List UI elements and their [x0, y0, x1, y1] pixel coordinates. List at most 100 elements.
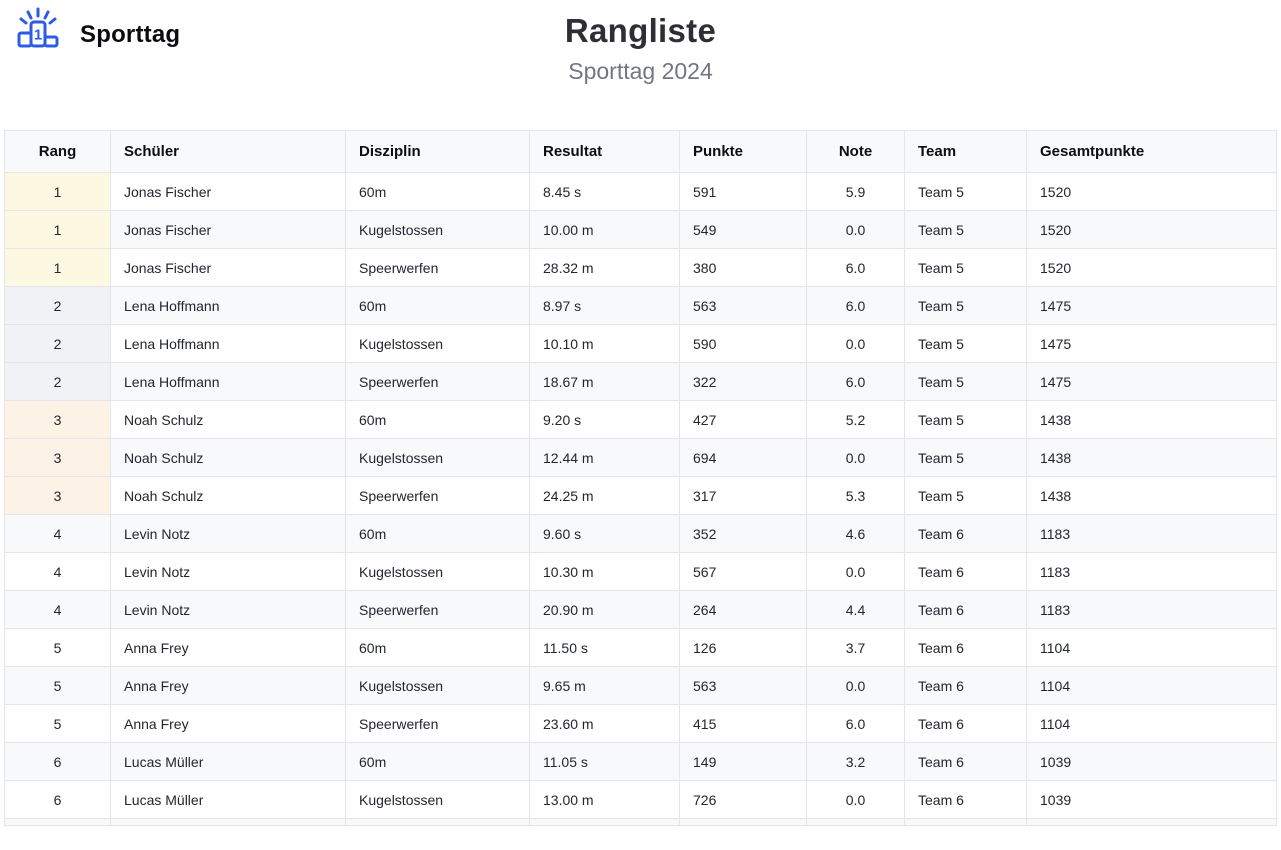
cell-team: Team 5: [905, 477, 1027, 515]
cell-points: 317: [680, 477, 807, 515]
cell-student: Lena Hoffmann: [111, 325, 346, 363]
cell-team: Team 6: [905, 591, 1027, 629]
cell-total: 1475: [1027, 287, 1277, 325]
cell-points: 264: [680, 591, 807, 629]
cell-team: Team 5: [905, 325, 1027, 363]
cell-result: 23.60 m: [530, 705, 680, 743]
table-row: 4Levin Notz60m9.60 s3524.6Team 61183: [5, 515, 1277, 553]
cell-student: Lucas Müller: [111, 743, 346, 781]
titles: Rangliste Sporttag 2024: [0, 12, 1281, 85]
cell-total: 1183: [1027, 591, 1277, 629]
cell-student: Levin Notz: [111, 591, 346, 629]
cell-result: 13.00 m: [530, 781, 680, 819]
cell-rank: 3: [5, 477, 111, 515]
cell-result: 18.67 m: [530, 363, 680, 401]
cell-cropped: [111, 819, 346, 826]
cell-student: Anna Frey: [111, 629, 346, 667]
table-row: 5Anna FreyKugelstossen9.65 m5630.0Team 6…: [5, 667, 1277, 705]
cell-student: Lena Hoffmann: [111, 363, 346, 401]
cell-student: Anna Frey: [111, 667, 346, 705]
cell-team: Team 5: [905, 173, 1027, 211]
cell-team: Team 6: [905, 667, 1027, 705]
cell-result: 12.44 m: [530, 439, 680, 477]
cell-result: 10.00 m: [530, 211, 680, 249]
cell-team: Team 6: [905, 705, 1027, 743]
column-header-schueler: Schüler: [111, 131, 346, 173]
cell-discipline: 60m: [346, 173, 530, 211]
cell-rank: 1: [5, 211, 111, 249]
cell-points: 563: [680, 287, 807, 325]
cell-result: 28.32 m: [530, 249, 680, 287]
cell-grade: 6.0: [807, 287, 905, 325]
cell-rank: 5: [5, 667, 111, 705]
cell-rank: 3: [5, 439, 111, 477]
cell-team: Team 5: [905, 249, 1027, 287]
cell-cropped: [905, 819, 1027, 826]
cell-result: 10.10 m: [530, 325, 680, 363]
cell-total: 1104: [1027, 667, 1277, 705]
cell-rank: 5: [5, 705, 111, 743]
cell-rank: 4: [5, 515, 111, 553]
cell-grade: 0.0: [807, 325, 905, 363]
cell-student: Noah Schulz: [111, 477, 346, 515]
cell-result: 9.20 s: [530, 401, 680, 439]
cell-points: 427: [680, 401, 807, 439]
cell-points: 380: [680, 249, 807, 287]
cell-student: Levin Notz: [111, 515, 346, 553]
cell-discipline: Kugelstossen: [346, 325, 530, 363]
cell-discipline: Kugelstossen: [346, 667, 530, 705]
cell-team: Team 5: [905, 363, 1027, 401]
cell-discipline: Speerwerfen: [346, 363, 530, 401]
cell-result: 10.30 m: [530, 553, 680, 591]
cell-rank: 5: [5, 629, 111, 667]
cell-team: Team 5: [905, 401, 1027, 439]
cell-grade: 3.2: [807, 743, 905, 781]
table-row: 1Jonas Fischer60m8.45 s5915.9Team 51520: [5, 173, 1277, 211]
cell-grade: 3.7: [807, 629, 905, 667]
cell-team: Team 6: [905, 743, 1027, 781]
cell-total: 1183: [1027, 553, 1277, 591]
cell-result: 9.65 m: [530, 667, 680, 705]
column-header-resultat: Resultat: [530, 131, 680, 173]
page-header: 1 Sporttag Rangliste Sporttag 2024: [0, 0, 1281, 130]
cell-grade: 6.0: [807, 249, 905, 287]
cell-result: 11.50 s: [530, 629, 680, 667]
cell-result: 9.60 s: [530, 515, 680, 553]
cell-student: Noah Schulz: [111, 401, 346, 439]
table-row: 3Noah SchulzKugelstossen12.44 m6940.0Tea…: [5, 439, 1277, 477]
cell-grade: 4.6: [807, 515, 905, 553]
cell-points: 726: [680, 781, 807, 819]
cell-discipline: 60m: [346, 401, 530, 439]
cell-student: Levin Notz: [111, 553, 346, 591]
cell-points: 126: [680, 629, 807, 667]
cell-points: 567: [680, 553, 807, 591]
cell-total: 1475: [1027, 325, 1277, 363]
cell-result: 11.05 s: [530, 743, 680, 781]
cell-grade: 5.3: [807, 477, 905, 515]
cell-points: 549: [680, 211, 807, 249]
cell-points: 591: [680, 173, 807, 211]
cell-rank: 2: [5, 287, 111, 325]
cell-cropped: [530, 819, 680, 826]
cell-cropped: [807, 819, 905, 826]
cell-points: 149: [680, 743, 807, 781]
table-row: 3Noah SchulzSpeerwerfen24.25 m3175.3Team…: [5, 477, 1277, 515]
cell-student: Lena Hoffmann: [111, 287, 346, 325]
cell-grade: 6.0: [807, 705, 905, 743]
cell-student: Anna Frey: [111, 705, 346, 743]
table-row: 2Lena Hoffmann60m8.97 s5636.0Team 51475: [5, 287, 1277, 325]
cell-points: 322: [680, 363, 807, 401]
cell-total: 1104: [1027, 629, 1277, 667]
cell-rank: 3: [5, 401, 111, 439]
cell-team: Team 5: [905, 439, 1027, 477]
cell-total: 1183: [1027, 515, 1277, 553]
cell-total: 1039: [1027, 781, 1277, 819]
cell-result: 8.97 s: [530, 287, 680, 325]
cell-student: Jonas Fischer: [111, 173, 346, 211]
cell-total: 1520: [1027, 173, 1277, 211]
page-title: Rangliste: [0, 12, 1281, 50]
cell-team: Team 6: [905, 629, 1027, 667]
table-row: 3Noah Schulz60m9.20 s4275.2Team 51438: [5, 401, 1277, 439]
cell-grade: 0.0: [807, 667, 905, 705]
cell-grade: 0.0: [807, 439, 905, 477]
